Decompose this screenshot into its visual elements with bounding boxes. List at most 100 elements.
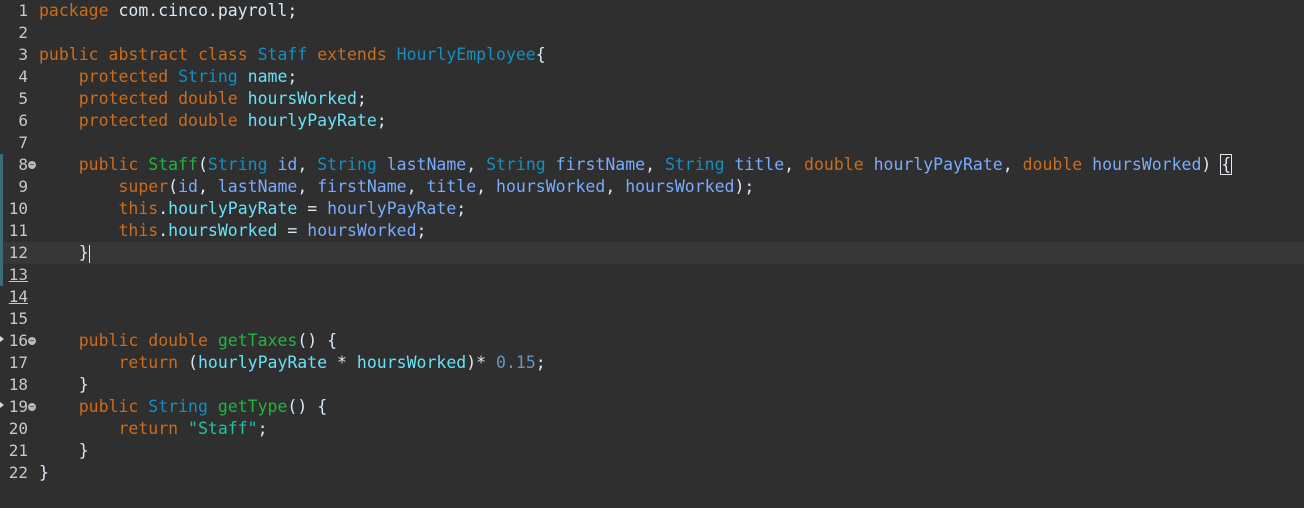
- token-plain: }: [39, 463, 49, 482]
- token-param: hoursWorked: [307, 221, 417, 240]
- line-number: 18: [8, 375, 28, 394]
- token-plain: ,: [784, 155, 805, 174]
- fold-toggle-icon[interactable]: −: [28, 337, 36, 345]
- token-param: lastName: [217, 177, 298, 196]
- token-field: hoursWorked: [356, 353, 467, 372]
- token-plain: =: [277, 221, 308, 240]
- token-plain: ,: [406, 177, 427, 196]
- code-text: super(id, lastName, firstName, title, ho…: [39, 176, 754, 198]
- token-plain: ;: [257, 419, 268, 438]
- code-line[interactable]: 21 }: [0, 440, 1304, 462]
- token-field: hourlyPayRate: [168, 199, 298, 218]
- line-number: 14: [8, 287, 28, 306]
- token-kw: public: [78, 331, 139, 350]
- code-line[interactable]: 15: [0, 308, 1304, 330]
- code-line[interactable]: 19− public String getType() {: [0, 396, 1304, 418]
- code-line[interactable]: 8− public Staff(String id, String lastNa…: [0, 154, 1304, 176]
- code-text: public abstract class Staff extends Hour…: [39, 44, 546, 66]
- code-text: }: [39, 242, 90, 264]
- token-type: String: [178, 67, 238, 86]
- line-number: 5: [18, 89, 28, 108]
- token-field: name: [247, 67, 288, 86]
- code-text: }: [39, 440, 89, 462]
- code-line[interactable]: 20 return "Staff";: [0, 418, 1304, 440]
- code-line[interactable]: 18 }: [0, 374, 1304, 396]
- code-line[interactable]: 2: [0, 22, 1304, 44]
- code-line[interactable]: 10 this.hourlyPayRate = hourlyPayRate;: [0, 198, 1304, 220]
- line-number: 10: [8, 199, 28, 218]
- token-plain: }: [39, 441, 89, 460]
- token-param: title: [426, 177, 477, 196]
- code-line[interactable]: 3 public abstract class Staff extends Hou…: [0, 44, 1304, 66]
- code-line[interactable]: 6 protected double hourlyPayRate;: [0, 110, 1304, 132]
- token-plain: ,: [297, 177, 318, 196]
- line-number: 15: [8, 309, 28, 328]
- token-type: String: [317, 155, 377, 174]
- code-line[interactable]: 11 this.hoursWorked = hoursWorked;: [0, 220, 1304, 242]
- token-type: String: [664, 155, 725, 174]
- token-field: hoursWorked: [247, 89, 357, 108]
- token-kw: double: [178, 89, 238, 108]
- code-line[interactable]: 7: [0, 132, 1304, 154]
- line-number: 8: [18, 155, 28, 174]
- token-plain: ,: [466, 155, 487, 174]
- line-number: 16: [8, 331, 28, 350]
- token-plain: ;: [287, 67, 298, 86]
- token-plain: ,: [476, 177, 497, 196]
- line-number: 9: [18, 177, 28, 196]
- code-line[interactable]: 17 return (hourlyPayRate * hoursWorked)*…: [0, 352, 1304, 374]
- token-plain: .: [158, 221, 169, 240]
- code-line[interactable]: 22}: [0, 462, 1304, 484]
- token-type: String: [207, 155, 268, 174]
- token-param: firstName: [317, 177, 407, 196]
- line-number: 6: [18, 111, 28, 130]
- token-kw: extends: [317, 45, 387, 64]
- fold-toggle-icon[interactable]: −: [28, 403, 36, 411]
- code-text: package com.cinco.payroll;: [39, 0, 297, 22]
- code-editor[interactable]: 1 package com.cinco.payroll; 2 3 public abst…: [0, 0, 1304, 508]
- token-plain: .: [158, 199, 169, 218]
- token-plain: com.cinco.payroll;: [108, 1, 298, 20]
- token-kw: double: [178, 111, 238, 130]
- token-method: Staff: [148, 155, 198, 174]
- code-line[interactable]: 13: [0, 264, 1304, 286]
- token-param: hoursWorked: [1092, 155, 1202, 174]
- token-plain: =: [297, 199, 328, 218]
- fold-toggle-icon[interactable]: −: [28, 161, 36, 169]
- code-line[interactable]: 12 }: [0, 242, 1304, 264]
- code-text: this.hoursWorked = hoursWorked;: [39, 220, 426, 242]
- token-plain: ;: [535, 353, 546, 372]
- code-text: public double getTaxes() {: [39, 330, 337, 352]
- code-line[interactable]: 14: [0, 286, 1304, 308]
- token-kw: public: [39, 45, 99, 64]
- code-line[interactable]: 9 super(id, lastName, firstName, title, …: [0, 176, 1304, 198]
- code-text: protected double hoursWorked;: [39, 88, 367, 110]
- code-line[interactable]: 4 protected String name;: [0, 66, 1304, 88]
- line-number: 7: [18, 133, 28, 152]
- token-field: hoursWorked: [168, 221, 278, 240]
- code-line[interactable]: 16− public double getTaxes() {: [0, 330, 1304, 352]
- token-plain: ;: [416, 221, 427, 240]
- code-line[interactable]: 5 protected double hoursWorked;: [0, 88, 1304, 110]
- token-kw: package: [39, 1, 109, 20]
- code-line[interactable]: 1 package com.cinco.payroll;: [0, 0, 1304, 22]
- token-param: firstName: [555, 155, 646, 174]
